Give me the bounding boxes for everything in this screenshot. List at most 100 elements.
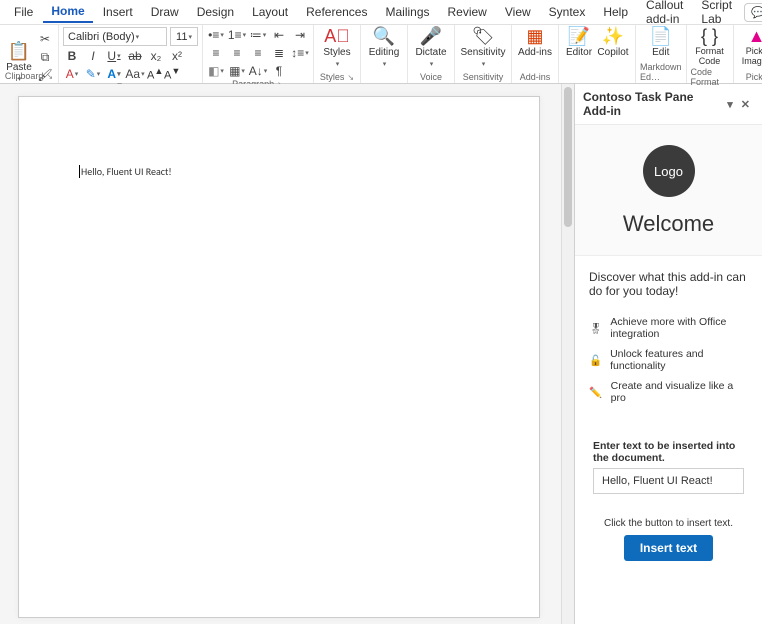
group-clipboard: 📋 Paste▾ ✂ ⧉ 🖌 Clipboard↘ <box>0 25 59 83</box>
bold-button[interactable]: B <box>63 48 81 64</box>
editor-button[interactable]: 📝Editor <box>563 27 595 58</box>
feature-item: ✏️Create and visualize like a pro <box>589 380 748 404</box>
ribbon-medal-icon: 🎖 <box>589 322 602 335</box>
feature-1-text: Achieve more with Office integration <box>610 316 748 340</box>
pickit-group-label: Pickit <box>746 72 762 82</box>
cut-icon[interactable]: ✂ <box>36 31 54 47</box>
change-case-button[interactable]: Aa <box>126 66 144 82</box>
textbox-label: Enter text to be inserted into the docum… <box>593 440 744 464</box>
pane-chevron-icon[interactable]: ▾ <box>723 98 737 111</box>
show-marks-button[interactable]: ¶ <box>270 63 288 79</box>
align-center-button[interactable]: ≡ <box>228 45 246 61</box>
shrink-font-button[interactable]: A▼ <box>164 66 178 82</box>
scrollbar-thumb[interactable] <box>564 87 572 227</box>
feature-item: 🎖 Achieve more with Office integration <box>589 316 748 340</box>
text-effects-button[interactable]: A <box>105 66 123 82</box>
edit-md-icon: 📄 <box>650 27 672 45</box>
font-color-button[interactable]: A <box>63 66 81 82</box>
justify-button[interactable]: ≣ <box>270 45 288 61</box>
styles-launcher-icon[interactable]: ↘ <box>347 73 354 82</box>
sensitivity-group-label: Sensitivity <box>463 72 504 82</box>
styles-button[interactable]: A⃞Styles▾ <box>318 27 356 68</box>
pane-logo: Logo <box>643 145 695 197</box>
copilot-button[interactable]: ✨ Copilot <box>595 27 631 58</box>
numbering-button[interactable]: 1≡ <box>228 27 246 43</box>
pane-hero: Logo Welcome <box>575 125 762 256</box>
addins-button[interactable]: ▦ Add-ins <box>516 27 554 58</box>
task-pane: Contoso Task Pane Add-in ▾ ✕ Logo Welcom… <box>574 84 762 624</box>
editor-icon: 📝 <box>568 27 590 45</box>
font-name-selector[interactable]: Calibri (Body) <box>63 27 167 46</box>
increase-indent-button[interactable]: ⇥ <box>291 27 309 43</box>
comments-button[interactable]: 💬 Comments <box>744 3 762 22</box>
feature-3-text: Create and visualize like a pro <box>611 380 748 404</box>
grow-font-button[interactable]: A▲ <box>147 66 161 82</box>
styles-label: Styles <box>323 47 350 58</box>
unlock-icon: 🔓 <box>589 354 602 367</box>
pane-features: 🎖Achieve more with Office integration 🔓U… <box>575 304 762 416</box>
mic-icon: 🎤 <box>420 27 442 45</box>
copilot-label: Copilot <box>597 47 628 58</box>
vertical-scrollbar[interactable] <box>561 84 574 624</box>
tab-review[interactable]: Review <box>440 2 495 22</box>
tab-insert[interactable]: Insert <box>95 2 141 22</box>
tab-references[interactable]: References <box>298 2 375 22</box>
sort-button[interactable]: A↓ <box>249 63 267 79</box>
subscript-button[interactable]: x₂ <box>147 48 165 64</box>
insert-text-input[interactable]: Hello, Fluent UI React! <box>593 468 744 494</box>
tab-view[interactable]: View <box>497 2 539 22</box>
strikethrough-button[interactable]: ab <box>126 48 144 64</box>
tab-draw[interactable]: Draw <box>143 2 187 22</box>
format-code-button[interactable]: { }Format Code <box>691 27 729 67</box>
underline-button[interactable]: U <box>105 48 123 64</box>
dictate-button[interactable]: 🎤Dictate▾ <box>412 27 450 68</box>
sensitivity-button[interactable]: 🏷Sensitivity▾ <box>459 27 507 68</box>
edit-button[interactable]: 📄Edit <box>646 27 676 58</box>
format-code-icon: { } <box>701 27 718 45</box>
group-voice: 🎤Dictate▾ Voice <box>408 25 455 83</box>
pickit-icon: ▲ <box>748 27 762 45</box>
align-left-button[interactable]: ≡ <box>207 45 225 61</box>
highlight-button[interactable]: ✎ <box>84 66 102 82</box>
find-icon: 🔍 <box>373 27 395 45</box>
tab-layout[interactable]: Layout <box>244 2 296 22</box>
styles-icon: A⃞ <box>324 27 350 45</box>
tab-home[interactable]: Home <box>43 1 92 23</box>
tab-help[interactable]: Help <box>595 2 636 22</box>
addins-icon: ▦ <box>526 27 543 45</box>
tab-file[interactable]: File <box>6 2 41 22</box>
line-spacing-button[interactable]: ↕≡ <box>291 45 309 61</box>
font-size-selector[interactable]: 11 <box>170 27 198 46</box>
tab-syntex[interactable]: Syntex <box>541 2 594 22</box>
align-right-button[interactable]: ≡ <box>249 45 267 61</box>
multilevel-button[interactable]: ≔ <box>249 27 267 43</box>
tab-mailings[interactable]: Mailings <box>377 2 437 22</box>
group-codeformat: { }Format Code Code Format <box>687 25 734 83</box>
document-page[interactable]: Hello, Fluent UI React! <box>18 96 540 618</box>
group-markdown: 📄Edit Markdown Ed… <box>636 25 687 83</box>
shading-button[interactable]: ◧ <box>207 63 225 79</box>
sensitivity-label: Sensitivity <box>460 47 505 58</box>
addins-label: Add-ins <box>518 47 552 58</box>
superscript-button[interactable]: x² <box>168 48 186 64</box>
clipboard-launcher-icon[interactable]: ↘ <box>46 72 53 81</box>
copilot-icon: ✨ <box>602 27 624 45</box>
styles-group-label: Styles <box>320 72 345 82</box>
ribbon: 📋 Paste▾ ✂ ⧉ 🖌 Clipboard↘ Calibri (Body)… <box>0 25 762 84</box>
pane-close-icon[interactable]: ✕ <box>737 98 754 111</box>
document-area[interactable]: Hello, Fluent UI React! <box>0 84 561 624</box>
pickit-button[interactable]: ▲Pickit Images <box>738 27 762 67</box>
bullets-button[interactable]: •≡ <box>207 27 225 43</box>
editing-button[interactable]: 🔍Editing▾ <box>365 27 403 68</box>
decrease-indent-button[interactable]: ⇤ <box>270 27 288 43</box>
editing-label2: Editing <box>369 47 400 58</box>
italic-button[interactable]: I <box>84 48 102 64</box>
pane-title: Contoso Task Pane Add-in <box>583 90 723 118</box>
insert-text-button[interactable]: Insert text <box>624 535 713 561</box>
tab-design[interactable]: Design <box>189 2 242 22</box>
group-styles: A⃞Styles▾ Styles↘ <box>314 25 361 83</box>
copy-icon[interactable]: ⧉ <box>36 49 54 65</box>
paste-icon: 📋 <box>8 42 30 60</box>
codeformat-group-label: Code Format <box>691 67 729 87</box>
borders-button[interactable]: ▦ <box>228 63 246 79</box>
